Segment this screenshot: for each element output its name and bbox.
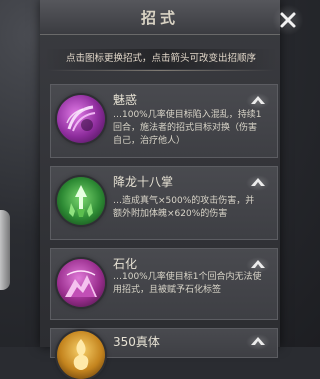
skill-card-meihuo[interactable]: 魅惑 …100%几率使目标陷入混乱，持续1回合，施法者的招式目标对换（伤害自己，… <box>50 84 278 158</box>
skill-description: …造成真气×500%的攻击伤害，并额外附加体魄×620%的伤害 <box>113 196 255 219</box>
skill-name: 350真体 <box>113 335 160 349</box>
chevron-up-icon <box>251 260 265 268</box>
close-button[interactable] <box>270 3 306 37</box>
chevron-up-icon <box>251 96 265 104</box>
skill-name: 魅惑 <box>113 93 138 107</box>
skill-description: …100%几率使目标1个回合内无法使用招式，且被赋予石化标签 <box>113 272 262 295</box>
title-bar: 招式 <box>40 0 280 35</box>
green-crystal-icon[interactable] <box>57 177 105 225</box>
chevron-up-icon <box>251 178 265 186</box>
divider <box>48 70 274 71</box>
skill-card-350[interactable]: 350真体 <box>50 328 278 379</box>
move-up-button[interactable] <box>245 173 271 193</box>
golden-flame-icon[interactable] <box>57 331 105 379</box>
move-up-button[interactable] <box>245 255 271 275</box>
close-icon <box>280 12 296 28</box>
move-up-button[interactable] <box>245 91 271 111</box>
skill-card-shihua[interactable]: 石化 …100%几率使目标1个回合内无法使用招式，且被赋予石化标签 <box>50 248 278 320</box>
side-decoration <box>0 210 10 290</box>
skill-card-xianglong[interactable]: 降龙十八掌 …造成真气×500%的攻击伤害，并额外附加体魄×620%的伤害 <box>50 166 278 240</box>
chevron-up-icon <box>251 337 265 345</box>
move-up-button[interactable] <box>245 332 271 352</box>
skill-name: 石化 <box>113 257 138 271</box>
dialog-title: 招式 <box>140 8 179 27</box>
pink-mountain-icon[interactable] <box>57 259 105 307</box>
purple-wave-icon[interactable] <box>57 95 105 143</box>
skill-name: 降龙十八掌 <box>113 175 174 189</box>
instruction-hint: 点击图标更换招式，点击箭头可改变出招顺序 <box>44 49 278 69</box>
skill-description: …100%几率使目标陷入混乱，持续1回合，施法者的招式目标对换（伤害自己，治疗他… <box>113 110 262 146</box>
